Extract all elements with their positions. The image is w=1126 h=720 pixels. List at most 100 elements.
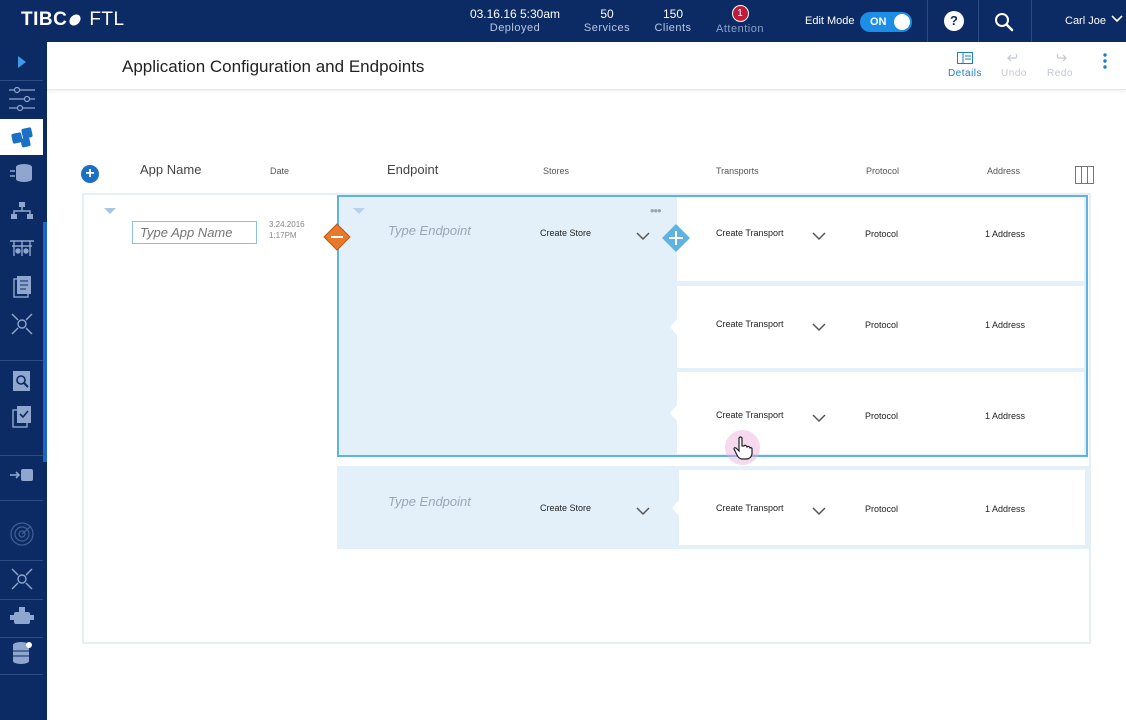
more-options-icon[interactable]	[1099, 52, 1111, 70]
create-transport-select[interactable]: Create Transport	[716, 319, 784, 329]
app-name-input[interactable]	[132, 221, 257, 244]
undo-icon	[1007, 53, 1018, 62]
create-transport-select[interactable]: Create Transport	[716, 503, 784, 513]
chevron-down-icon[interactable]	[812, 506, 826, 516]
address-value[interactable]: 1 Address	[985, 320, 1025, 330]
details-button[interactable]: Details	[945, 48, 985, 79]
nav-item-satellites-2[interactable]	[0, 561, 43, 597]
create-store-select[interactable]: Create Store	[540, 228, 591, 238]
mouse-cursor	[725, 430, 760, 465]
network-icon	[10, 202, 33, 219]
chevron-down-icon[interactable]	[812, 322, 826, 332]
add-transport-icon[interactable]	[661, 223, 691, 253]
address-value[interactable]: 1 Address	[985, 504, 1025, 514]
nav-item-settings[interactable]	[0, 81, 43, 117]
endpoint-collapse-toggle[interactable]	[353, 208, 365, 214]
nav-item-documents[interactable]	[0, 269, 43, 305]
deployed-label: Deployed	[489, 22, 541, 34]
remove-endpoint-icon[interactable]	[323, 223, 351, 251]
nav-scroll-indicator[interactable]	[43, 222, 47, 462]
address-value[interactable]: 1 Address	[985, 229, 1025, 239]
nav-item-applications[interactable]	[0, 119, 43, 155]
undo-button[interactable]: Undo	[994, 48, 1034, 79]
details-label: Details	[947, 68, 983, 79]
column-header-protocol[interactable]: Protocol	[866, 166, 899, 176]
column-header-app-name[interactable]: App Name	[140, 162, 201, 177]
column-header-transports[interactable]: Transports	[716, 166, 759, 176]
edit-mode-toggle[interactable]: ON	[860, 12, 912, 32]
deployed-value: 03.16.16 5:30am	[469, 7, 561, 21]
protocol-value: Protocol	[865, 504, 899, 514]
nav-item-network[interactable]	[0, 193, 43, 229]
chevron-down-icon[interactable]	[812, 413, 826, 423]
column-header-stores[interactable]: Stores	[543, 166, 569, 176]
divider	[1031, 0, 1032, 42]
chevron-down-icon[interactable]	[1111, 13, 1123, 25]
help-button[interactable]: ?	[944, 11, 964, 31]
deployed-status[interactable]: 03.16.16 5:30am Deployed	[465, 8, 565, 35]
services-status[interactable]: 50 Services	[580, 8, 634, 35]
app-time-value: 1:17PM	[269, 231, 297, 240]
expand-nav-button[interactable]	[0, 44, 43, 80]
transport-row[interactable]	[677, 197, 1084, 281]
side-nav	[0, 42, 47, 720]
clients-status[interactable]: 150 Clients	[648, 8, 698, 35]
nav-item-transports[interactable]	[0, 230, 43, 266]
nav-item-search[interactable]	[0, 363, 43, 399]
nav-item-checklist[interactable]	[0, 399, 43, 435]
expand-icon	[17, 56, 26, 68]
details-panel-icon	[957, 52, 973, 64]
row-collapse-toggle[interactable]	[104, 208, 116, 214]
brand-name: TIBC	[21, 9, 68, 30]
chevron-down-icon[interactable]	[636, 231, 650, 241]
chevron-down-icon[interactable]	[636, 506, 650, 516]
top-bar: TIBC FTL 03.16.16 5:30am Deployed 50 Serv…	[0, 0, 1126, 42]
nav-item-monitor[interactable]	[0, 516, 43, 552]
nav-item-database[interactable]	[0, 635, 43, 671]
address-value[interactable]: 1 Address	[985, 411, 1025, 421]
database-icon	[12, 642, 32, 664]
endpoints-icon	[9, 164, 32, 182]
nav-item-endpoints[interactable]	[0, 156, 43, 192]
app-date: 3.24.2016 1:17PM	[269, 219, 305, 241]
row-notch	[672, 499, 679, 516]
attention-badge: 1	[731, 5, 749, 22]
user-menu[interactable]: Carl Joe	[1065, 15, 1106, 27]
column-icon-line	[1087, 167, 1088, 183]
endpoint-name-input[interactable]: Type Endpoint	[388, 494, 471, 509]
create-store-select[interactable]: Create Store	[540, 503, 591, 513]
radar-icon	[9, 522, 34, 546]
endpoint-more-icon[interactable]: •••	[650, 204, 662, 217]
endpoint-name-input[interactable]: Type Endpoint	[388, 223, 471, 238]
divider	[927, 0, 928, 42]
brand-mark-icon	[68, 12, 83, 28]
redo-button[interactable]: Redo	[1040, 48, 1080, 79]
nav-item-satellites[interactable]	[0, 306, 43, 342]
redo-label: Redo	[1047, 68, 1073, 79]
create-transport-select[interactable]: Create Transport	[716, 410, 784, 420]
column-chooser-button[interactable]	[1075, 166, 1094, 184]
nav-item-plugins[interactable]	[0, 599, 43, 635]
plugin-icon	[9, 607, 34, 624]
document-icon	[12, 276, 31, 298]
column-header-address[interactable]: Address	[987, 166, 1020, 176]
app-logo: TIBC FTL	[21, 9, 125, 31]
column-header-date[interactable]: Date	[270, 166, 289, 176]
sliders-icon	[8, 86, 35, 112]
row-notch	[670, 319, 677, 335]
app-date-value: 3.24.2016	[269, 220, 305, 229]
protocol-value: Protocol	[865, 229, 899, 239]
chevron-down-icon[interactable]	[812, 231, 826, 241]
satellite-icon	[11, 568, 32, 590]
row-notch	[670, 405, 677, 421]
satellite-icon	[11, 313, 32, 335]
page-title: Application Configuration and Endpoints	[122, 57, 425, 76]
nav-item-import[interactable]	[0, 457, 43, 493]
clients-count: 150	[662, 7, 684, 21]
column-header-endpoint[interactable]: Endpoint	[387, 162, 438, 177]
create-transport-select[interactable]: Create Transport	[716, 228, 784, 238]
attention-status[interactable]: 1 Attention	[710, 5, 770, 36]
import-icon	[9, 469, 33, 481]
search-button[interactable]	[994, 12, 1016, 34]
add-application-button[interactable]: +	[81, 165, 99, 183]
